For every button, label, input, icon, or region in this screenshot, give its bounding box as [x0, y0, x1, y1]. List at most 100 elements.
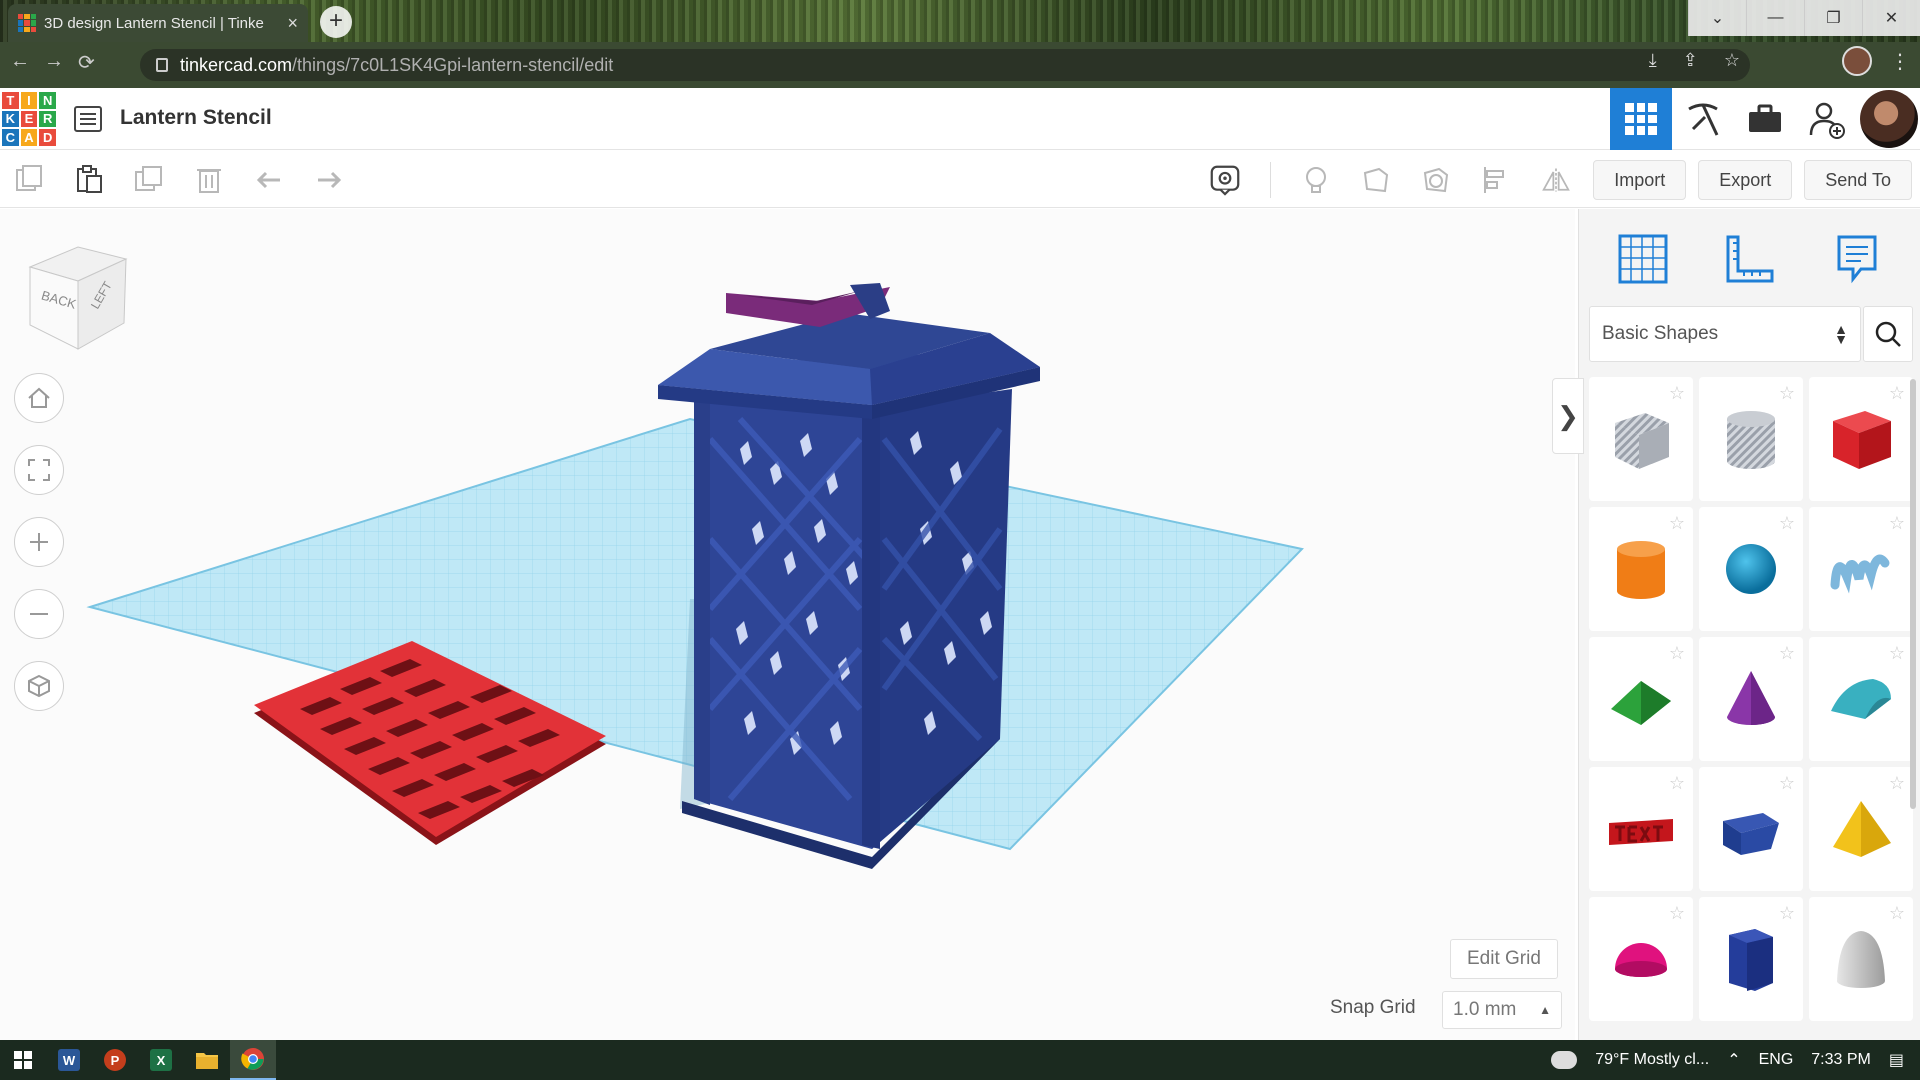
undo-icon[interactable]: [254, 164, 284, 194]
weather-cloud-icon[interactable]: [1551, 1043, 1578, 1069]
favorite-star-icon[interactable]: ☆: [1669, 903, 1685, 924]
fit-view-button[interactable]: [14, 445, 64, 495]
favorite-star-icon[interactable]: ☆: [1779, 773, 1795, 794]
design-title[interactable]: Lantern Stencil: [120, 106, 272, 130]
tab-search-icon[interactable]: ⌄: [1688, 0, 1746, 36]
favorite-star-icon[interactable]: ☆: [1669, 513, 1685, 534]
tab-close-icon[interactable]: ×: [287, 13, 298, 34]
language-indicator[interactable]: ENG: [1759, 1051, 1794, 1069]
clock[interactable]: 7:33 PM: [1811, 1051, 1871, 1069]
notification-icon[interactable]: ▤: [1889, 1050, 1904, 1070]
design-list-icon[interactable]: [74, 106, 102, 132]
3d-workplane-canvas[interactable]: BACK LEFT Edit Grid Snap Grid 1.0 mm ▲: [0, 209, 1575, 1040]
start-button[interactable]: [0, 1040, 46, 1080]
shape-tile-text[interactable]: ☆: [1589, 767, 1693, 891]
tray-chevron-up-icon[interactable]: ⌃: [1727, 1050, 1740, 1070]
new-tab-button[interactable]: +: [320, 6, 352, 38]
shape-tile-cylinder[interactable]: ☆: [1589, 507, 1693, 631]
duplicate-icon[interactable]: [134, 164, 164, 194]
favorite-star-icon[interactable]: ☆: [1669, 643, 1685, 664]
paste-icon[interactable]: [74, 164, 104, 194]
shape-tile-round-roof[interactable]: ☆: [1809, 637, 1913, 761]
favorite-star-icon[interactable]: ☆: [1889, 513, 1905, 534]
align-icon[interactable]: [1481, 165, 1511, 195]
taskbar-chrome[interactable]: [230, 1040, 276, 1080]
close-window-icon[interactable]: ✕: [1862, 0, 1920, 36]
browser-tab-active[interactable]: 3D design Lantern Stencil | Tinke ×: [8, 4, 308, 42]
hole-shape-icon[interactable]: [1421, 165, 1451, 195]
favorite-star-icon[interactable]: ☆: [1889, 773, 1905, 794]
zoom-out-button[interactable]: [14, 589, 64, 639]
perspective-toggle-button[interactable]: [14, 661, 64, 711]
minimize-icon[interactable]: —: [1746, 0, 1804, 36]
notes-view-icon[interactable]: [1210, 165, 1240, 196]
shape-tile-box[interactable]: ☆: [1809, 377, 1913, 501]
browser-menu-icon[interactable]: ⋮: [1890, 49, 1910, 74]
favorite-star-icon[interactable]: ☆: [1779, 383, 1795, 404]
weather-text[interactable]: 79°F Mostly cl...: [1595, 1051, 1709, 1069]
taskbar-powerpoint[interactable]: P: [92, 1040, 138, 1080]
lesson-plans-button[interactable]: [1734, 88, 1796, 150]
favorite-star-icon[interactable]: ☆: [1669, 773, 1685, 794]
panel-scrollbar[interactable]: [1910, 379, 1916, 809]
delete-icon[interactable]: [194, 164, 224, 194]
shape-tile-roof[interactable]: ☆: [1589, 637, 1693, 761]
reload-icon[interactable]: ⟳: [78, 50, 95, 75]
export-button[interactable]: Export: [1698, 160, 1793, 200]
add-user-button[interactable]: [1796, 88, 1858, 150]
favorite-star-icon[interactable]: ☆: [1779, 643, 1795, 664]
share-icon[interactable]: ⇪: [1683, 50, 1698, 71]
lightbulb-icon[interactable]: [1301, 165, 1331, 195]
view-cube[interactable]: BACK LEFT: [26, 245, 130, 355]
snap-grid-select[interactable]: 1.0 mm ▲: [1442, 991, 1562, 1029]
edit-grid-button[interactable]: Edit Grid: [1450, 939, 1558, 979]
shape-tile-wedge[interactable]: ☆: [1699, 767, 1803, 891]
import-button[interactable]: Import: [1593, 160, 1687, 200]
favorite-star-icon[interactable]: ☆: [1669, 383, 1685, 404]
scene-svg[interactable]: [0, 209, 1575, 1040]
forward-icon[interactable]: →: [44, 50, 64, 75]
shape-tile-polygon[interactable]: ☆: [1699, 897, 1803, 1021]
shape-tile-box-hole[interactable]: ☆: [1589, 377, 1693, 501]
taskbar-word[interactable]: W: [46, 1040, 92, 1080]
taskbar-excel[interactable]: X: [138, 1040, 184, 1080]
lock-icon[interactable]: [156, 58, 168, 72]
shape-tile-sphere[interactable]: ☆: [1699, 507, 1803, 631]
word-icon: W: [58, 1049, 80, 1071]
shape-tile-cylinder-hole[interactable]: ☆: [1699, 377, 1803, 501]
home-view-button[interactable]: [14, 373, 64, 423]
workplane-tool-button[interactable]: [1613, 229, 1673, 289]
mirror-icon[interactable]: [1541, 165, 1571, 195]
install-app-icon[interactable]: ⤓: [1649, 50, 1657, 71]
codeblocks-view-button[interactable]: [1672, 88, 1734, 150]
url-input[interactable]: tinkercad.com/things/7c0L1SK4Gpi-lantern…: [140, 49, 1750, 81]
shape-tile-scribble[interactable]: ☆: [1809, 507, 1913, 631]
shape-tile-cone[interactable]: ☆: [1699, 637, 1803, 761]
favorite-star-icon[interactable]: ☆: [1779, 513, 1795, 534]
favorite-star-icon[interactable]: ☆: [1779, 903, 1795, 924]
favorite-star-icon[interactable]: ☆: [1889, 643, 1905, 664]
browser-profile-avatar[interactable]: [1842, 46, 1872, 76]
back-icon[interactable]: ←: [10, 50, 30, 75]
copy-icon[interactable]: [14, 164, 44, 194]
ruler-tool-button[interactable]: [1720, 229, 1780, 289]
tinkercad-logo[interactable]: TIN KER CAD: [2, 92, 56, 146]
restore-icon[interactable]: ❐: [1804, 0, 1862, 36]
shape-category-select[interactable]: Basic Shapes ▲ ▼: [1589, 306, 1861, 362]
shape-tile-pyramid[interactable]: ☆: [1809, 767, 1913, 891]
redo-icon[interactable]: [314, 164, 344, 194]
user-menu[interactable]: [1858, 88, 1920, 150]
3d-design-view-button[interactable]: [1610, 88, 1672, 150]
send-to-button[interactable]: Send To: [1804, 160, 1912, 200]
panel-collapse-button[interactable]: ❯: [1552, 378, 1584, 454]
shape-search-button[interactable]: [1863, 306, 1913, 362]
favorite-star-icon[interactable]: ☆: [1889, 903, 1905, 924]
taskbar-file-explorer[interactable]: [184, 1040, 230, 1080]
bookmark-star-icon[interactable]: ☆: [1724, 50, 1740, 71]
solid-shape-icon[interactable]: [1361, 165, 1391, 195]
shape-tile-paraboloid[interactable]: ☆: [1809, 897, 1913, 1021]
zoom-in-button[interactable]: [14, 517, 64, 567]
notes-tool-button[interactable]: [1827, 229, 1887, 289]
favorite-star-icon[interactable]: ☆: [1889, 383, 1905, 404]
shape-tile-half-sphere[interactable]: ☆: [1589, 897, 1693, 1021]
